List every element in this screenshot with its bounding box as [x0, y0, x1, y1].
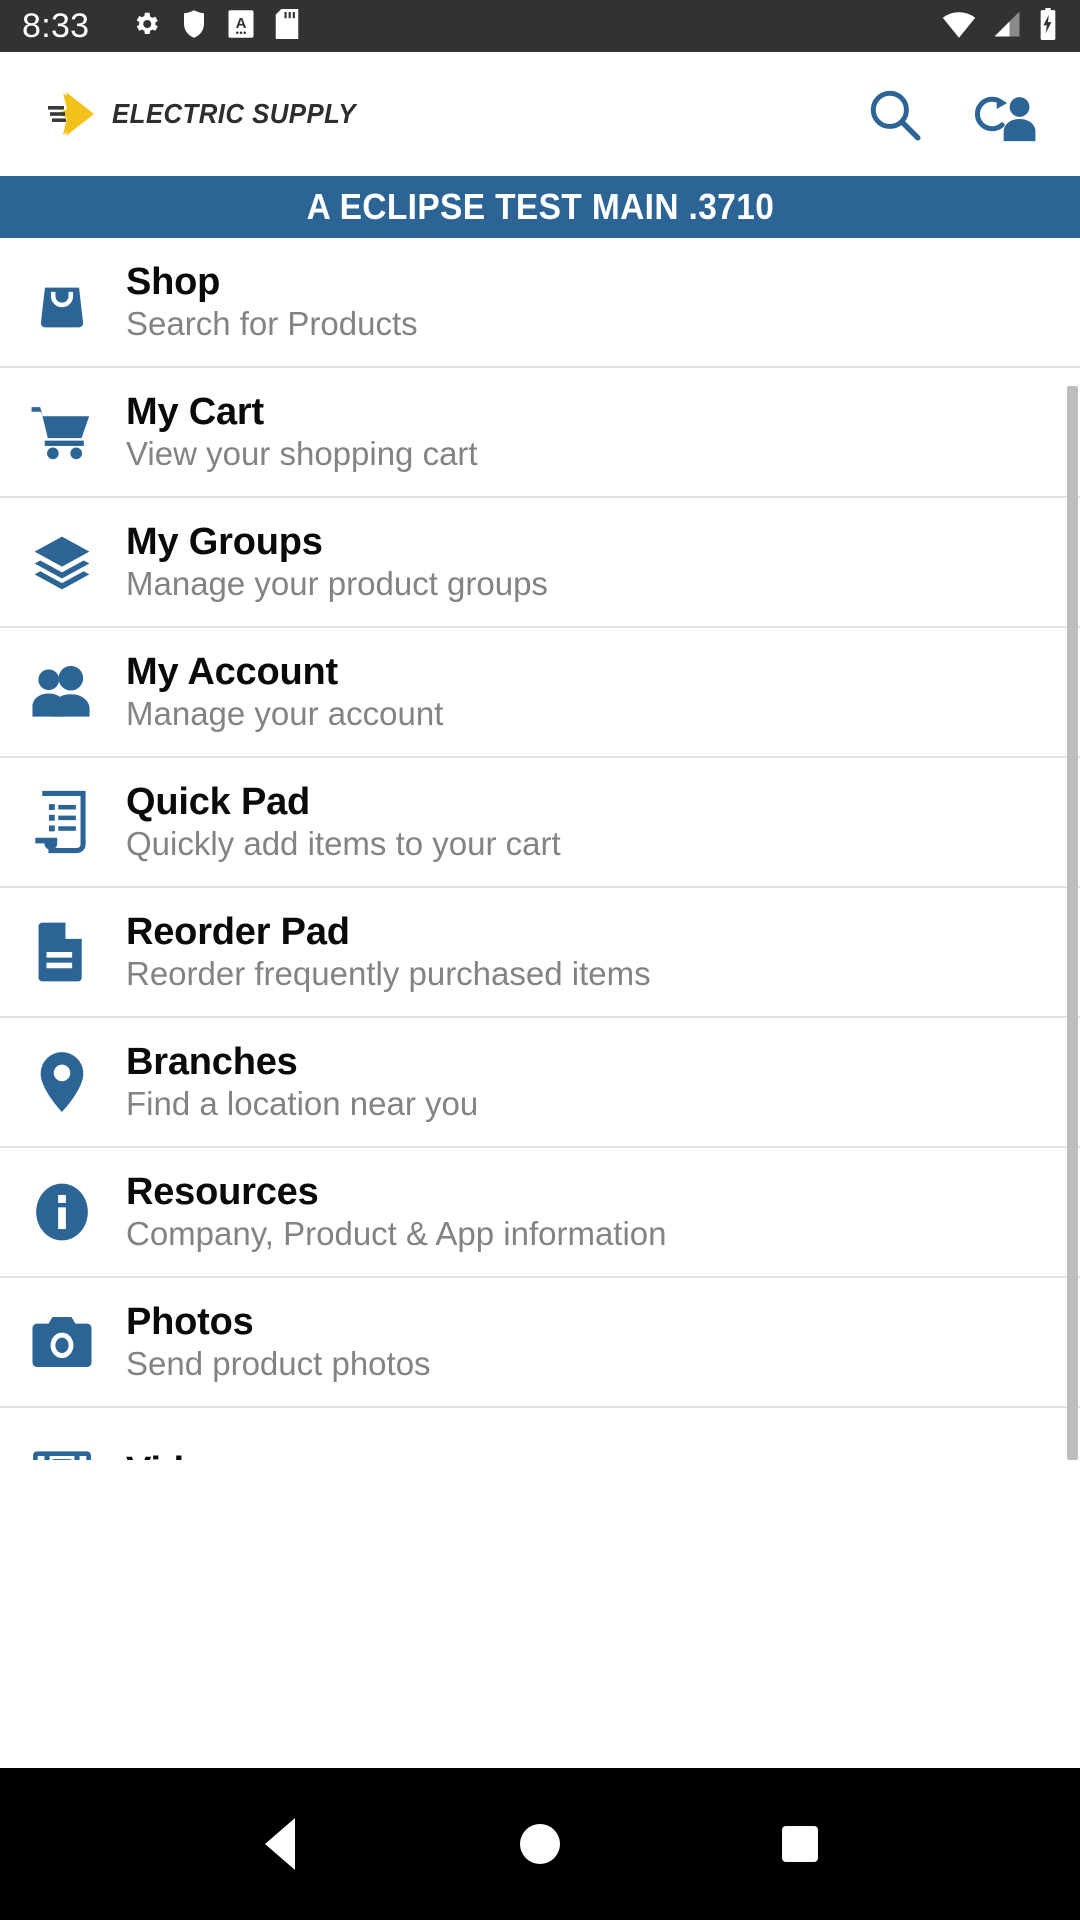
cellular-signal-icon	[992, 9, 1022, 44]
menu-item-photos[interactable]: Photos Send product photos	[0, 1278, 1080, 1408]
menu-item-subtitle: Search for Products	[126, 305, 418, 343]
document-icon	[24, 914, 100, 990]
menu-item-title: Shop	[126, 260, 221, 303]
app-root: 8:33 A ELECTRIC SUPPLY A ECLIPSE TEST MA…	[0, 0, 1080, 1920]
menu-item-subtitle: Reorder frequently purchased items	[126, 955, 651, 993]
menu-item-title: Photos	[126, 1300, 254, 1343]
menu-item-body: My Cart View your shopping cart	[126, 391, 478, 474]
menu-item-title: Resources	[126, 1170, 319, 1213]
menu-item-body: Resources Company, Product & App informat…	[126, 1171, 667, 1254]
layers-icon	[24, 524, 100, 600]
menu-item-title: Videos	[126, 1450, 249, 1460]
menu-item-title: Branches	[126, 1040, 298, 1083]
menu-item-subtitle: Manage your product groups	[126, 565, 548, 603]
menu-item-shop[interactable]: Shop Search for Products	[0, 238, 1080, 368]
map-pin-icon	[24, 1044, 100, 1120]
menu-item-subtitle: Send product photos	[126, 1345, 431, 1383]
status-bar: 8:33 A	[0, 0, 1080, 52]
menu-item-resources[interactable]: Resources Company, Product & App informat…	[0, 1148, 1080, 1278]
sd-card-icon	[275, 8, 299, 44]
camera-icon	[24, 1304, 100, 1380]
menu-item-body: Reorder Pad Reorder frequently purchased …	[126, 911, 651, 994]
account-banner[interactable]: A ECLIPSE TEST MAIN .3710	[0, 176, 1080, 238]
menu-item-title: My Cart	[126, 390, 264, 433]
menu-item-quick-pad[interactable]: Quick Pad Quickly add items to your cart	[0, 758, 1080, 888]
battery-charging-icon	[1038, 7, 1058, 45]
menu-item-my-account[interactable]: My Account Manage your account	[0, 628, 1080, 758]
nav-back-button[interactable]	[225, 1789, 335, 1899]
menu-item-body: Branches Find a location near you	[126, 1041, 478, 1124]
switch-account-icon[interactable]	[974, 82, 1038, 146]
shopping-bag-icon	[24, 264, 100, 340]
status-bar-left: 8:33 A	[22, 7, 942, 46]
status-bar-clock: 8:33	[22, 6, 90, 45]
list-receipt-icon	[24, 784, 100, 860]
menu-item-body: Videos	[126, 1450, 249, 1460]
menu-item-body: Shop Search for Products	[126, 261, 418, 344]
menu-item-title: Reorder Pad	[126, 910, 350, 953]
shopping-cart-icon	[24, 394, 100, 470]
gear-icon	[131, 9, 161, 44]
yellow-arrow-icon	[46, 90, 98, 138]
menu-item-body: Quick Pad Quickly add items to your cart	[126, 781, 561, 864]
menu-item-title: Quick Pad	[126, 780, 311, 823]
menu-item-title: My Groups	[126, 520, 323, 563]
film-strip-icon	[24, 1434, 100, 1460]
app-logo[interactable]: ELECTRIC SUPPLY	[46, 90, 862, 138]
svg-text:A: A	[236, 14, 247, 31]
menu-item-body: Photos Send product photos	[126, 1301, 431, 1384]
app-logo-text: ELECTRIC SUPPLY	[112, 98, 357, 129]
menu-item-subtitle: Manage your account	[126, 695, 444, 733]
menu-item-branches[interactable]: Branches Find a location near you	[0, 1018, 1080, 1148]
app-a-icon: A	[227, 9, 255, 44]
search-icon[interactable]	[862, 82, 926, 146]
shield-icon	[181, 9, 207, 44]
nav-recents-button[interactable]	[745, 1789, 855, 1899]
menu-item-reorder-pad[interactable]: Reorder Pad Reorder frequently purchased …	[0, 888, 1080, 1018]
menu-item-videos[interactable]: Videos	[0, 1408, 1080, 1460]
people-icon	[24, 654, 100, 730]
menu-item-body: My Account Manage your account	[126, 651, 443, 734]
system-navigation-bar	[0, 1768, 1080, 1920]
menu-item-subtitle: Company, Product & App information	[126, 1215, 667, 1253]
menu-item-body: My Groups Manage your product groups	[126, 521, 548, 604]
menu-item-my-groups[interactable]: My Groups Manage your product groups	[0, 498, 1080, 628]
menu-item-title: My Account	[126, 650, 338, 693]
status-bar-right	[942, 7, 1058, 45]
app-bar-actions	[862, 82, 1038, 146]
main-menu-list: Shop Search for Products My Cart View your …	[0, 238, 1080, 1460]
menu-item-subtitle: Quickly add items to your cart	[126, 825, 561, 863]
wifi-icon	[942, 9, 976, 44]
menu-item-subtitle: View your shopping cart	[126, 435, 478, 473]
account-banner-label: A ECLIPSE TEST MAIN .3710	[306, 186, 774, 227]
menu-item-subtitle: Find a location near you	[126, 1085, 479, 1123]
menu-item-my-cart[interactable]: My Cart View your shopping cart	[0, 368, 1080, 498]
info-circle-icon	[24, 1174, 100, 1250]
nav-home-button[interactable]	[485, 1789, 595, 1899]
app-bar: ELECTRIC SUPPLY	[0, 52, 1080, 176]
